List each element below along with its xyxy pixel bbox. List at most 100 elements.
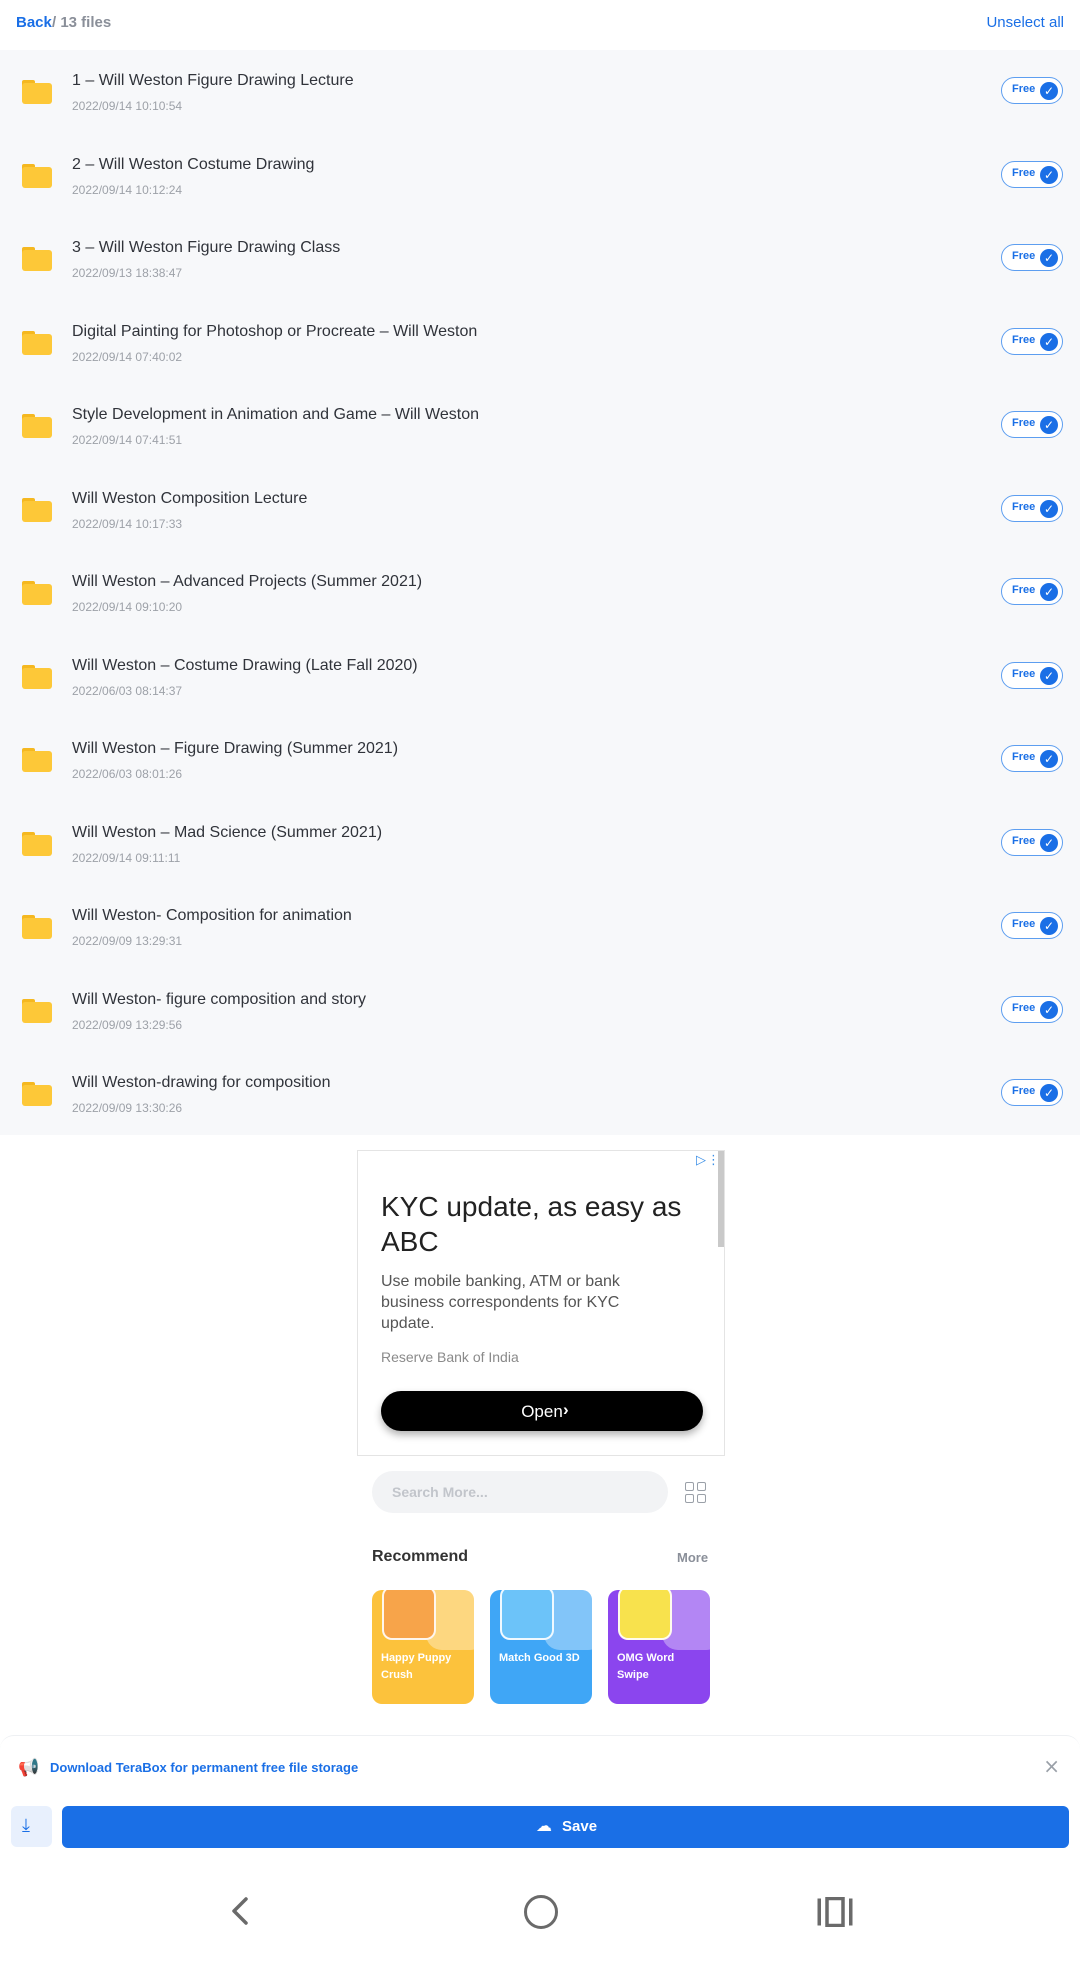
nav-home-icon[interactable] [524, 1895, 558, 1929]
megaphone-icon: 📢 [18, 1758, 40, 1778]
free-label: Free [1012, 834, 1036, 847]
system-nav-bar [0, 1863, 1080, 1963]
file-row[interactable]: Style Development in Animation and Game … [0, 384, 1080, 468]
ad-banner[interactable]: ▷ ⋮ KYC update, as easy as ABC Use mobil… [357, 1150, 725, 1456]
unselect-all-button[interactable]: Unselect all [986, 14, 1064, 31]
game-name: Happy Puppy Crush [381, 1652, 452, 1681]
close-icon[interactable]: × [1043, 1754, 1060, 1778]
file-date: 2022/09/09 13:29:31 [72, 934, 183, 948]
nav-recents-icon[interactable] [816, 1897, 854, 1927]
download-button[interactable]: ⤓ [11, 1806, 52, 1847]
checkmark-icon: ✓ [1040, 165, 1058, 184]
folder-icon [22, 163, 52, 188]
game-name: OMG Word Swipe [617, 1652, 675, 1681]
file-row[interactable]: Digital Painting for Photoshop or Procre… [0, 301, 1080, 385]
free-label: Free [1012, 83, 1036, 95]
free-select-badge[interactable]: Free ✓ [1001, 1079, 1063, 1106]
free-label: Free [1012, 584, 1036, 596]
file-name: Will Weston- figure composition and stor… [72, 990, 367, 1008]
recommend-title: Recommend [372, 1548, 469, 1565]
ad-scrollbar [718, 1151, 724, 1247]
game-card-match-good[interactable]: Match Good 3D [490, 1590, 592, 1704]
promo-text[interactable]: Download TeraBox for permanent free file… [50, 1760, 358, 1775]
game-card-omg-word[interactable]: OMG Word Swipe [608, 1590, 710, 1704]
file-name: Will Weston – Advanced Projects (Summer … [72, 573, 423, 590]
game-icon [500, 1590, 554, 1640]
file-date: 2022/09/13 18:38:47 [72, 266, 183, 280]
ad-open-button[interactable]: Open › [381, 1391, 703, 1431]
file-row[interactable]: 3 – Will Weston Figure Drawing Class 2022… [0, 217, 1080, 301]
free-label: Free [1012, 1001, 1036, 1014]
file-row[interactable]: Will Weston – Advanced Projects (Summer … [0, 551, 1080, 635]
file-date: 2022/09/14 10:12:24 [72, 182, 183, 197]
folder-icon [22, 998, 52, 1023]
ad-choices-icon[interactable]: ▷ [696, 1153, 706, 1168]
recommend-more-link[interactable]: More [677, 1550, 708, 1565]
search-input[interactable]: Search More... [372, 1471, 668, 1513]
file-date: 2022/09/14 09:10:20 [72, 600, 183, 614]
free-select-badge[interactable]: Free ✓ [1001, 327, 1063, 355]
checkmark-icon: ✓ [1040, 82, 1058, 100]
file-name: Digital Painting for Photoshop or Procre… [72, 322, 478, 340]
save-button[interactable]: ☁ Save [62, 1806, 1069, 1848]
file-row[interactable]: 1 – Will Weston Figure Drawing Lecture 20… [0, 50, 1080, 134]
free-label: Free [1012, 166, 1036, 179]
free-label: Free [1012, 250, 1036, 262]
grid-view-icon[interactable] [685, 1482, 707, 1504]
download-icon: ⤓ [22, 1815, 30, 1836]
ad-description: Use mobile banking, ATM or bank business… [381, 1273, 620, 1332]
game-card-happy-puppy[interactable]: Happy Puppy Crush [372, 1590, 474, 1704]
file-name: Will Weston- Composition for animation [72, 907, 352, 924]
checkmark-icon: ✓ [1040, 1000, 1058, 1019]
file-row[interactable]: Will Weston-drawing for composition 2022/… [0, 1052, 1080, 1136]
file-name: Will Weston – Mad Science (Summer 2021) [72, 823, 383, 841]
free-select-badge[interactable]: Free ✓ [1001, 828, 1063, 856]
file-row[interactable]: Will Weston- figure composition and stor… [0, 969, 1080, 1053]
download-bar: 📢 Download TeraBox for permanent free fi… [0, 1735, 1080, 1863]
checkmark-icon: ✓ [1040, 917, 1058, 935]
chevron-right-icon: › [563, 1400, 569, 1419]
file-name: 1 – Will Weston Figure Drawing Lecture [72, 72, 354, 89]
file-name: Will Weston Composition Lecture [72, 489, 308, 507]
ad-advertiser: Reserve Bank of India [381, 1349, 519, 1365]
file-row[interactable]: 2 – Will Weston Costume Drawing 2022/09/1… [0, 134, 1080, 218]
file-name: Style Development in Animation and Game … [72, 406, 480, 423]
free-label: Free [1012, 918, 1036, 930]
file-name: Will Weston – Figure Drawing (Summer 202… [72, 740, 399, 757]
folder-icon [22, 414, 52, 438]
free-select-badge[interactable]: Free ✓ [1001, 578, 1063, 605]
free-select-badge[interactable]: Free ✓ [1001, 494, 1063, 522]
nav-back-icon[interactable] [226, 1896, 256, 1926]
file-row[interactable]: Will Weston – Costume Drawing (Late Fall… [0, 635, 1080, 719]
file-date: 2022/09/14 09:11:11 [72, 850, 181, 865]
file-row[interactable]: Will Weston Composition Lecture 2022/09/1… [0, 468, 1080, 552]
free-select-badge[interactable]: Free ✓ [1001, 661, 1063, 689]
game-icon [382, 1590, 436, 1640]
file-date: 2022/09/14 07:41:51 [72, 433, 183, 447]
file-date: 2022/06/03 08:14:37 [72, 683, 183, 698]
file-date: 2022/09/14 10:17:33 [72, 516, 183, 531]
save-label: Save [562, 1818, 598, 1835]
file-date: 2022/09/14 10:10:54 [72, 99, 183, 113]
checkmark-icon: ✓ [1040, 249, 1058, 267]
free-select-badge[interactable]: Free ✓ [1001, 411, 1063, 438]
file-name: 3 – Will Weston Figure Drawing Class [72, 239, 341, 256]
file-row[interactable]: Will Weston – Figure Drawing (Summer 202… [0, 718, 1080, 802]
folder-icon [22, 497, 52, 522]
checkmark-icon: ✓ [1040, 499, 1058, 518]
back-button[interactable]: Back [16, 14, 52, 31]
file-row[interactable]: Will Weston – Mad Science (Summer 2021) 2… [0, 802, 1080, 886]
free-select-badge[interactable]: Free ✓ [1001, 160, 1063, 188]
game-name: Match Good 3D [499, 1652, 580, 1664]
cloud-upload-icon: ☁ [536, 1816, 552, 1835]
file-name: Will Weston – Costume Drawing (Late Fall… [72, 656, 418, 674]
free-select-badge[interactable]: Free ✓ [1001, 912, 1063, 939]
free-select-badge[interactable]: Free ✓ [1001, 244, 1063, 271]
free-select-badge[interactable]: Free ✓ [1001, 745, 1063, 772]
checkmark-icon: ✓ [1040, 583, 1058, 601]
folder-icon [22, 1082, 52, 1106]
free-select-badge[interactable]: Free ✓ [1001, 995, 1063, 1023]
free-select-badge[interactable]: Free ✓ [1001, 77, 1063, 104]
file-date: 2022/09/09 13:30:26 [72, 1101, 183, 1115]
file-row[interactable]: Will Weston- Composition for animation 20… [0, 885, 1080, 969]
